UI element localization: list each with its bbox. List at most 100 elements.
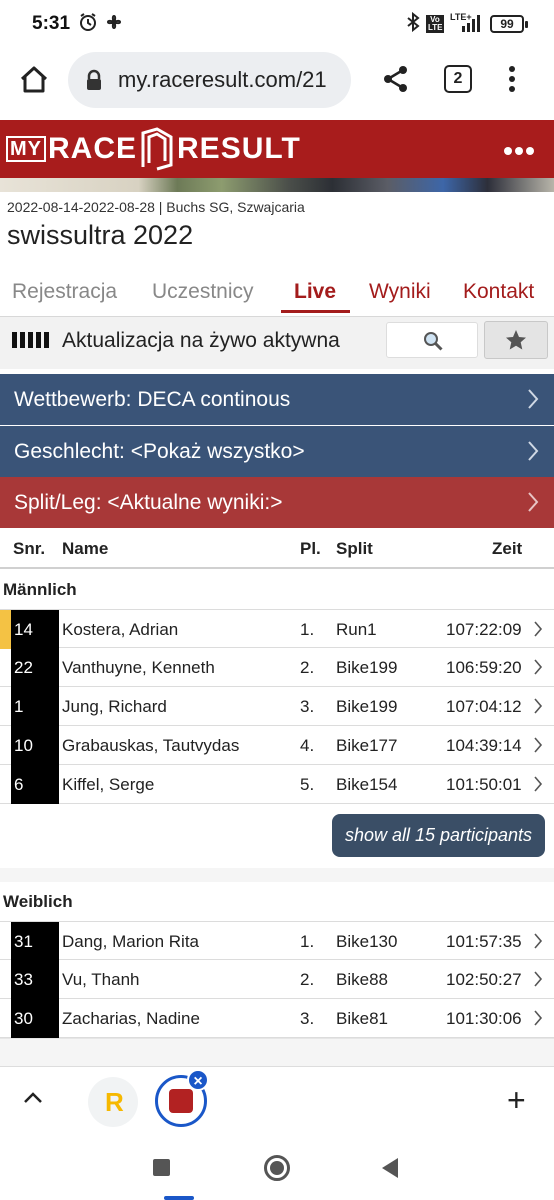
event-title: swissultra 2022 (7, 220, 194, 250)
search-icon (424, 332, 443, 351)
chevron-up-icon[interactable] (22, 1091, 44, 1105)
filter-geschlecht-label: Geschlecht: <Pokaż wszystko> (14, 440, 305, 463)
filter-wettbewerb[interactable]: Wettbewerb: DECA continous (0, 374, 554, 425)
search-button[interactable] (386, 322, 478, 358)
favorite-button[interactable] (484, 321, 548, 359)
time: 101:50:01 (446, 775, 522, 794)
bib-number: 10 (11, 726, 59, 765)
time: 102:50:27 (446, 970, 522, 989)
chevron-right-icon (534, 776, 543, 792)
status-bar: 5:31 Vo LTE LTE+ 99 (0, 0, 554, 48)
share-button[interactable] (381, 64, 411, 94)
filter-split-label: Split/Leg: <Aktualne wyniki:> (14, 491, 283, 514)
chevron-right-icon (534, 971, 543, 987)
place: 3. (300, 697, 315, 716)
live-update-bar: Aktualizacja na żywo aktywna (0, 317, 554, 369)
home-nav-button[interactable] (264, 1155, 290, 1181)
site-logo[interactable]: MY RACE RESULT (6, 126, 301, 172)
place: 5. (300, 775, 315, 794)
tab-rejestracja[interactable]: Rejestracja (12, 280, 117, 304)
site-menu-button[interactable] (504, 142, 540, 155)
split: Bike177 (336, 736, 398, 755)
site-header: MY RACE RESULT (0, 120, 554, 178)
browser-tab-r[interactable]: R (88, 1077, 138, 1127)
event-banner-image (0, 178, 554, 192)
participant-name: Kiffel, Serge (62, 775, 155, 794)
col-split: Split (336, 539, 373, 558)
tab-kontakt[interactable]: Kontakt (463, 280, 534, 304)
new-tab-button[interactable]: + (507, 1084, 526, 1116)
active-indicator (164, 1196, 194, 1200)
bib-number: 6 (11, 765, 59, 804)
split: Bike130 (336, 932, 398, 951)
overflow-menu-button[interactable] (504, 64, 520, 94)
system-navigation-bar (0, 1134, 554, 1200)
table-row[interactable]: 6 Kiffel, Serge 5. Bike154 101:50:01 (0, 765, 554, 804)
tab-r-favicon: R (105, 1087, 124, 1117)
bluetooth-icon (406, 11, 420, 37)
live-status-text: Aktualizacja na żywo aktywna (62, 329, 340, 352)
group-label-maennlich: Männlich (3, 580, 77, 599)
place: 2. (300, 970, 315, 989)
split: Run1 (336, 620, 377, 639)
table-row[interactable]: 33 Vu, Thanh 2. Bike88 102:50:27 (0, 960, 554, 999)
bib-number: 14 (11, 610, 59, 649)
split: Bike199 (336, 658, 398, 677)
event-meta: 2022-08-14-2022-08-28 | Buchs SG, Szwajc… (7, 199, 305, 215)
col-zeit: Zeit (492, 539, 523, 558)
logo-mark-icon (141, 127, 173, 171)
col-name: Name (62, 539, 109, 558)
col-snr: Snr. (13, 539, 46, 558)
event-tabs: Rejestracja Uczestnicy Live Wyniki Konta… (0, 276, 554, 314)
bib-number: 30 (11, 999, 59, 1038)
address-bar[interactable]: my.raceresult.com/21 (68, 52, 351, 108)
results-table-header: Snr. Name Pl. Split Zeit (0, 528, 554, 568)
filter-wettbewerb-label: Wettbewerb: DECA continous (14, 388, 291, 411)
participant-name: Jung, Richard (62, 697, 167, 716)
home-button[interactable] (14, 60, 54, 100)
more-vertical-icon (509, 66, 515, 92)
place: 1. (300, 932, 315, 951)
filter-split[interactable]: Split/Leg: <Aktualne wyniki:> (0, 477, 554, 528)
section-gap (0, 868, 554, 882)
back-button[interactable] (382, 1158, 398, 1178)
bib-number: 33 (11, 960, 59, 999)
bib-number: 1 (11, 687, 59, 726)
star-icon (506, 330, 526, 350)
chevron-right-icon (534, 698, 543, 714)
participant-name: Vanthuyne, Kenneth (62, 658, 215, 677)
close-tab-button[interactable]: × (187, 1069, 209, 1091)
lock-icon (86, 69, 102, 91)
tab-live[interactable]: Live (294, 280, 336, 304)
share-icon (384, 66, 407, 92)
show-all-participants-button[interactable]: show all 15 participants (332, 814, 545, 857)
volte-icon: Vo LTE (426, 15, 444, 33)
table-row[interactable]: 1 Jung, Richard 3. Bike199 107:04:12 (0, 687, 554, 726)
logo-result: RESULT (177, 132, 301, 165)
tab-uczestnicy[interactable]: Uczestnicy (152, 280, 254, 304)
bib-number: 22 (11, 648, 59, 687)
chevron-right-icon (534, 621, 543, 637)
split: Bike199 (336, 697, 398, 716)
table-row[interactable]: 30 Zacharias, Nadine 3. Bike81 101:30:06 (0, 999, 554, 1038)
table-row[interactable]: 14 Kostera, Adrian 1. Run1 107:22:09 (0, 609, 554, 649)
time: 104:39:14 (446, 736, 522, 755)
split: Bike88 (336, 970, 388, 989)
table-row[interactable]: 22 Vanthuyne, Kenneth 2. Bike199 106:59:… (0, 648, 554, 687)
place: 1. (300, 620, 315, 639)
table-row[interactable]: 31 Dang, Marion Rita 1. Bike130 101:57:3… (0, 921, 554, 961)
time: 101:57:35 (446, 932, 522, 951)
recents-button[interactable] (153, 1159, 170, 1176)
col-pl: Pl. (300, 539, 321, 558)
time: 107:22:09 (446, 620, 522, 639)
filter-geschlecht[interactable]: Geschlecht: <Pokaż wszystko> (0, 426, 554, 477)
tab-switcher-button[interactable]: 2 (444, 65, 472, 93)
participant-name: Dang, Marion Rita (62, 932, 200, 951)
time: 107:04:12 (446, 697, 522, 716)
table-row[interactable]: 10 Grabauskas, Tautvydas 4. Bike177 104:… (0, 726, 554, 765)
chevron-right-icon (534, 659, 543, 675)
battery-indicator: 99 (490, 15, 528, 33)
participant-name: Vu, Thanh (62, 970, 140, 989)
tab-wyniki[interactable]: Wyniki (369, 280, 431, 304)
logo-race: RACE (48, 132, 138, 165)
